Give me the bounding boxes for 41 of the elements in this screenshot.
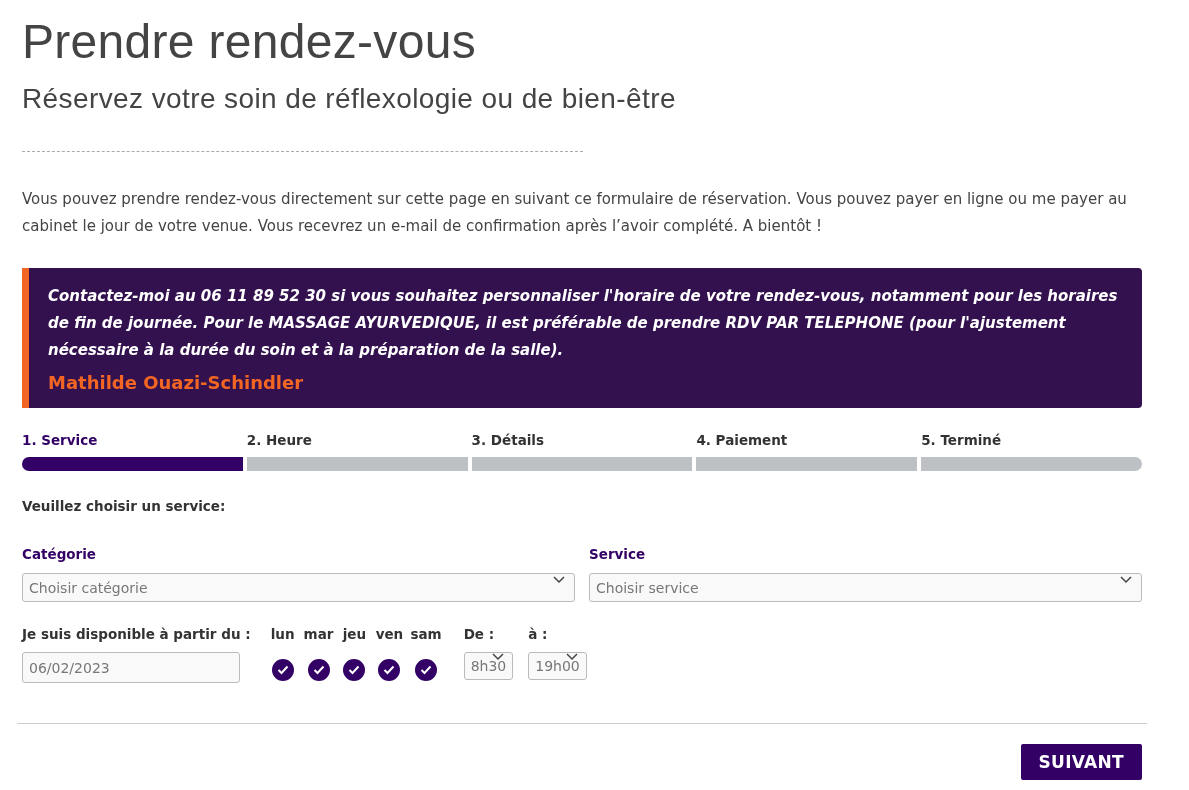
day-label: mar: [303, 626, 334, 642]
day-label: ven: [375, 626, 404, 642]
checkmark-icon: [383, 665, 396, 675]
step-tab[interactable]: 4. Paiement: [696, 432, 788, 448]
day-checkbox[interactable]: [415, 659, 438, 681]
next-button[interactable]: SUIVANT: [1020, 744, 1142, 780]
field-label: Catégorie: [22, 546, 96, 562]
checkmark-icon: [348, 665, 361, 675]
step-tab[interactable]: 2. Heure: [246, 432, 312, 448]
step-tab[interactable]: 5. Terminé: [921, 432, 1002, 448]
category-select[interactable]: Choisir catégorie: [22, 573, 575, 602]
start-time-select[interactable]: 8h30: [463, 652, 514, 680]
service-select[interactable]: Choisir service: [589, 573, 1142, 602]
day-label: sam: [410, 626, 442, 642]
field-label: De :: [463, 626, 495, 642]
day-checkbox[interactable]: [343, 659, 366, 681]
checkmark-icon: [420, 665, 433, 675]
day-checkbox[interactable]: [378, 659, 401, 681]
date-input-field[interactable]: 06/02/2023: [22, 652, 240, 683]
notice-text: Contactez-moi au 06 11 89 52 30 si vous souhaitez personnaliser l'horaire de votre rendez-vous, notamment pour les horaires de fin de journée. Pour le MASSAGE AYURVEDIQUE, il est préférable de prendre RDV PAR TELEPHONE (pour l'ajustement nécessaire à la durée du soin et à la préparation de la salle).: [48, 286, 1119, 361]
field-label: à :: [528, 626, 548, 642]
end-time-select[interactable]: 19h00: [528, 652, 587, 680]
day-label: lun: [270, 626, 295, 642]
page-title: Prendre rendez-vous: [22, 14, 477, 69]
intro-paragraph: Vous pouvez prendre rendez-vous directement sur cette page en suivant ce formulaire de réservation. Vous pouvez payer en ligne ou me payer au cabinet le jour de votre venue. Vous recevrez un e-mail de confirmation après l’avoir complété. A bientôt !: [22, 189, 1128, 237]
step-tab[interactable]: 3. Détails: [471, 432, 545, 448]
checkmark-icon: [312, 665, 325, 675]
chevron-down-icon: [553, 576, 565, 584]
page-subtitle: Réservez votre soin de réflexologie ou de bien-être: [22, 83, 677, 115]
chevron-down-icon: [492, 653, 505, 661]
day-checkbox[interactable]: [271, 659, 294, 681]
form-prompt: Veuillez choisir un service:: [22, 498, 226, 514]
day-checkbox[interactable]: [307, 659, 330, 681]
day-label: jeu: [342, 626, 367, 642]
chevron-down-icon: [1120, 576, 1132, 584]
field-label: Service: [589, 546, 646, 562]
chevron-down-icon: [565, 653, 578, 661]
checkmark-icon: [276, 665, 289, 675]
field-label: Je suis disponible à partir du :: [22, 626, 251, 642]
notice-author: Mathilde Ouazi-Schindler: [48, 372, 304, 393]
step-tab[interactable]: 1. Service: [22, 432, 98, 448]
